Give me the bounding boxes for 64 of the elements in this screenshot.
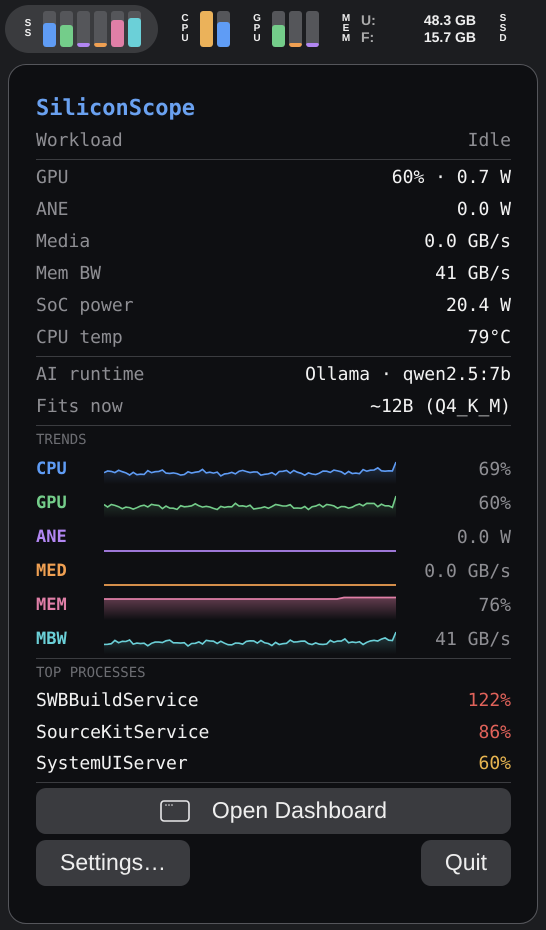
widget-label: SSD: [498, 14, 508, 44]
row-value: 0.0 W: [456, 198, 511, 222]
app-title: SiliconScope: [36, 95, 196, 123]
row-label: AI runtime: [36, 363, 144, 387]
meter-bar: [217, 11, 230, 47]
row-label: GPU: [36, 166, 69, 190]
quit-button[interactable]: Quit: [420, 840, 511, 886]
trend-value: 41 GB/s: [434, 628, 511, 650]
row-value: 41 GB/s: [435, 262, 511, 286]
meter-bar: [289, 11, 302, 47]
meter-bar: [306, 11, 319, 47]
trend-label: MEM: [36, 595, 68, 615]
settings-button[interactable]: Settings…: [36, 840, 190, 886]
meter-bar: [77, 11, 90, 47]
row-label: Media: [36, 230, 90, 254]
process-name: SWBBuildService: [36, 689, 199, 713]
widget-label: SS: [24, 19, 32, 39]
trend-label: CPU: [36, 459, 68, 479]
widget-label: MEM: [341, 14, 351, 44]
trend-value: 0.0 GB/s: [423, 560, 511, 582]
row-label: ANE: [36, 198, 69, 222]
memory-key: U:: [361, 12, 381, 29]
row-label: Workload: [36, 129, 123, 153]
process-name: SourceKitService: [36, 720, 210, 744]
meter-bar: [272, 11, 285, 47]
row-value: Ollama · qwen2.5:7b: [305, 363, 511, 387]
process-cpu: 86%: [478, 720, 511, 744]
menubar-widget[interactable]: SS: [5, 5, 158, 53]
trend-value: 0.0 W: [456, 526, 511, 548]
widget-label: CPU: [180, 14, 190, 44]
process-cpu: 60%: [478, 752, 511, 776]
memory-value: 48.3 GB: [422, 12, 476, 29]
memory-key: F:: [361, 29, 381, 46]
trend-label: ANE: [36, 527, 68, 547]
memory-value: 15.7 GB: [422, 29, 476, 46]
window-icon: [160, 798, 190, 822]
meter-bar: [94, 11, 107, 47]
trend-value: 69%: [477, 458, 511, 480]
meter-bar: [128, 11, 141, 47]
meter-bar: [60, 11, 73, 47]
trend-value: 60%: [477, 492, 511, 514]
row-value: 60% · 0.7 W: [392, 166, 511, 190]
meter-bar: [111, 11, 124, 47]
section-heading: TRENDS: [36, 431, 88, 450]
trend-label: MBW: [36, 629, 68, 649]
meter-bar: [200, 11, 213, 47]
process-name: SystemUIServer: [36, 752, 188, 776]
row-value: 79°C: [468, 326, 511, 350]
row-label: CPU temp: [36, 326, 123, 350]
trend-label: MED: [36, 561, 68, 581]
row-value: Idle: [468, 129, 511, 153]
widget-label: GPU: [252, 14, 262, 44]
section-heading: TOP PROCESSES: [36, 664, 147, 683]
row-label: SoC power: [36, 294, 134, 318]
trend-value: 76%: [477, 594, 511, 616]
row-value: 20.4 W: [446, 294, 511, 318]
open-dashboard-button[interactable]: Open Dashboard: [36, 788, 511, 834]
row-label: Fits now: [36, 395, 123, 419]
row-value: ~12B (Q4_K_M): [370, 395, 511, 419]
trend-label: GPU: [36, 493, 68, 513]
process-cpu: 122%: [468, 689, 511, 713]
meter-bar: [43, 11, 56, 47]
row-value: 0.0 GB/s: [424, 230, 511, 254]
row-label: Mem BW: [36, 262, 102, 286]
